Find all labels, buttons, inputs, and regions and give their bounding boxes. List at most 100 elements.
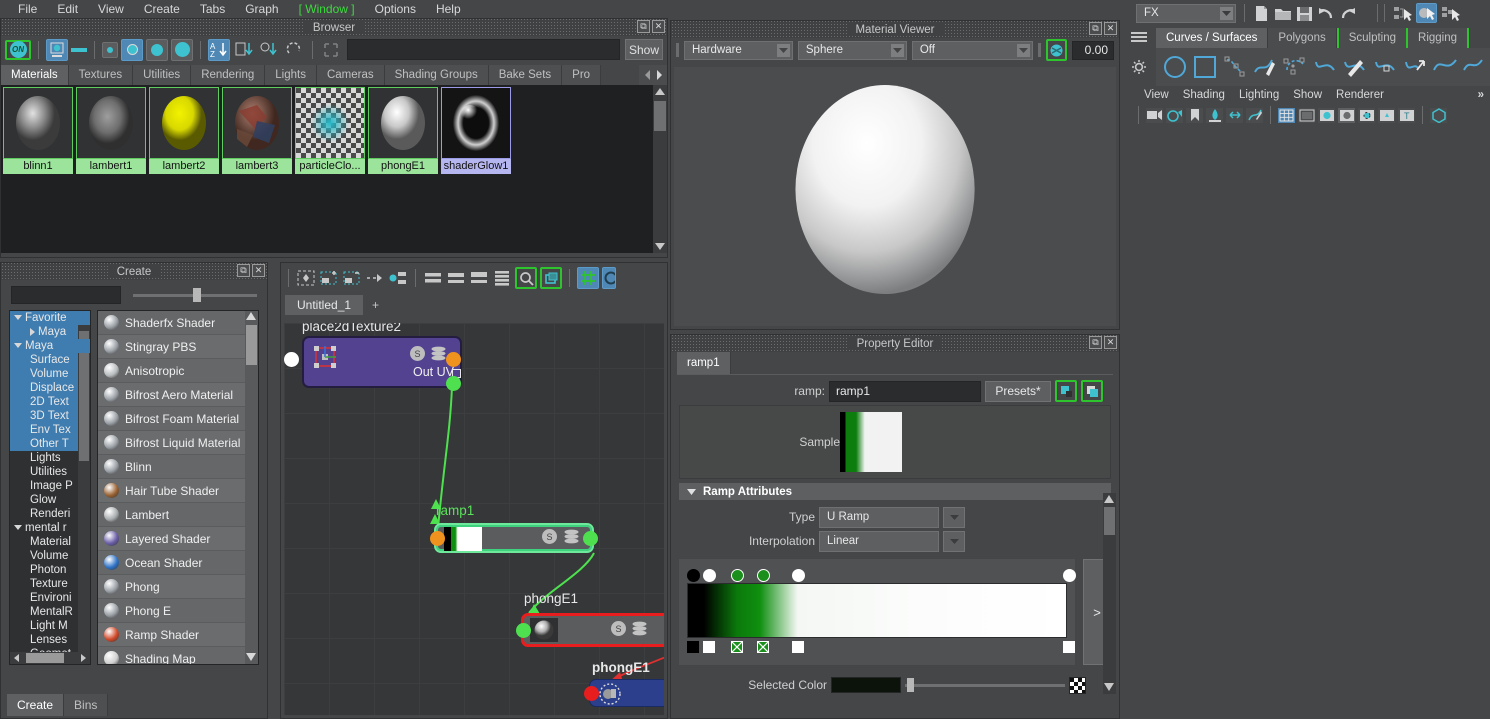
curve-more-icon[interactable] xyxy=(1462,54,1484,80)
color-value-slider[interactable] xyxy=(905,677,1065,693)
chevron-right-icon[interactable] xyxy=(30,328,35,336)
size-medium-icon[interactable] xyxy=(121,39,143,61)
arc-tool-icon[interactable] xyxy=(1282,54,1308,80)
matview-float-icon[interactable]: ⧉ xyxy=(1089,22,1102,35)
browser-scrollbar[interactable] xyxy=(653,85,667,253)
menu-options[interactable]: Options xyxy=(365,0,426,18)
menu-help[interactable]: Help xyxy=(426,0,471,18)
image-plane-icon[interactable] xyxy=(1206,108,1223,123)
create-node-item[interactable]: Bifrost Aero Material xyxy=(98,383,258,407)
menuset-dropdown[interactable]: FX xyxy=(1136,4,1236,23)
create-node-item[interactable]: Lambert xyxy=(98,503,258,527)
tab-cameras[interactable]: Cameras xyxy=(317,65,385,85)
type-dropdown[interactable]: U Ramp xyxy=(819,507,939,528)
open-folder-icon[interactable] xyxy=(1274,5,1292,22)
ramp-attributes-section[interactable]: Ramp Attributes xyxy=(679,483,1111,500)
bookmark-icon[interactable] xyxy=(1186,108,1203,123)
refresh-icon[interactable] xyxy=(283,39,305,61)
grid-snap-icon[interactable] xyxy=(577,267,599,289)
tab-textures[interactable]: Textures xyxy=(69,65,133,85)
browser-float-icon[interactable]: ⧉ xyxy=(637,20,650,33)
ramp-marker-delete[interactable] xyxy=(757,641,769,653)
curve-point-icon[interactable] xyxy=(1372,54,1398,80)
minus-icon[interactable] xyxy=(71,48,87,52)
create-filter-input[interactable] xyxy=(11,286,121,304)
chevron-down-icon[interactable] xyxy=(1017,44,1030,57)
create-size-slider[interactable] xyxy=(133,286,257,304)
menu-edit[interactable]: Edit xyxy=(47,0,88,18)
port-phonge1sg-input[interactable] xyxy=(584,686,599,701)
isolate-select-icon[interactable] xyxy=(1430,108,1447,123)
create-node-item[interactable]: Hair Tube Shader xyxy=(98,479,258,503)
sort-type-icon[interactable] xyxy=(233,39,255,61)
tab-bins[interactable]: Bins xyxy=(64,694,108,716)
ramp-marker[interactable] xyxy=(687,569,700,582)
cv-curve-icon[interactable] xyxy=(1222,54,1248,80)
save-icon[interactable] xyxy=(1296,5,1313,22)
size-xlarge-icon[interactable] xyxy=(171,39,193,61)
layout-connected-icon[interactable] xyxy=(446,268,466,288)
menu-view[interactable]: View xyxy=(88,0,134,18)
tab-ramp1[interactable]: ramp1 xyxy=(677,352,731,374)
menu-graph[interactable]: Graph xyxy=(235,0,288,18)
node-phonge1[interactable]: S xyxy=(521,613,664,647)
swatch-thumb-lambert1[interactable] xyxy=(76,87,146,159)
port-ramp1-output[interactable] xyxy=(583,531,598,546)
ramp-marker[interactable] xyxy=(731,569,744,582)
tabs-scroll-nav[interactable] xyxy=(639,65,667,85)
layout-simple-icon[interactable] xyxy=(423,268,443,288)
curve-offset-icon[interactable] xyxy=(1432,54,1458,80)
smooth-shade-icon[interactable] xyxy=(1298,108,1315,123)
tab-bake-sets[interactable]: Bake Sets xyxy=(489,65,562,85)
nurbs-square-icon[interactable] xyxy=(1192,54,1218,80)
ramp-name-input[interactable]: ramp1 xyxy=(829,381,981,402)
ramp-gradient-strip[interactable] xyxy=(687,583,1067,638)
ramp-editor[interactable] xyxy=(679,559,1075,665)
pencil-curve-icon[interactable] xyxy=(1252,54,1278,80)
show-button[interactable]: Show xyxy=(625,39,663,60)
viewport-menu-renderer[interactable]: Renderer xyxy=(1336,89,1384,101)
menu-window[interactable]: Window xyxy=(289,0,365,18)
material-swatch[interactable]: phongE1 xyxy=(366,85,439,174)
browser-close-icon[interactable]: ✕ xyxy=(652,20,665,33)
viewport-menu-view[interactable]: View xyxy=(1144,89,1169,101)
smooth-shade-all-icon[interactable] xyxy=(1318,108,1335,123)
viewer-value-field[interactable]: 0.00 xyxy=(1072,41,1114,60)
matview-close-icon[interactable]: ✕ xyxy=(1104,22,1117,35)
ramp-marker-delete[interactable] xyxy=(703,641,715,653)
swatch-thumb-shaderglow1[interactable] xyxy=(441,87,511,159)
port-place2d-input[interactable] xyxy=(284,352,299,367)
create-node-item[interactable]: Layered Shader xyxy=(98,527,258,551)
tree-scrollbar[interactable] xyxy=(78,311,90,652)
create-node-item[interactable]: Stingray PBS xyxy=(98,335,258,359)
proped-float-icon[interactable]: ⧉ xyxy=(1089,336,1102,349)
node-graph-canvas[interactable]: place2dTexture2 S Out UV xyxy=(284,323,664,715)
search-graph-icon[interactable] xyxy=(515,267,537,289)
menu-create[interactable]: Create xyxy=(134,0,190,18)
create-node-item[interactable]: Bifrost Liquid Material xyxy=(98,431,258,455)
menu-tabs[interactable]: Tabs xyxy=(190,0,235,18)
tab-projects[interactable]: Pro xyxy=(562,65,601,85)
material-swatch[interactable]: lambert1 xyxy=(74,85,147,174)
chevron-down-icon[interactable] xyxy=(14,315,22,320)
create-float-icon[interactable]: ⧉ xyxy=(237,264,250,277)
shelf-menu-icon[interactable] xyxy=(1122,26,1156,48)
textured-icon[interactable] xyxy=(1358,108,1375,123)
chevron-down-icon[interactable] xyxy=(14,525,22,530)
shade-selected-icon[interactable] xyxy=(1338,108,1355,123)
port-place2d-outuv[interactable] xyxy=(446,376,461,391)
property-editor-scrollbar[interactable] xyxy=(1103,493,1116,694)
presets-button[interactable]: Presets* xyxy=(985,381,1051,402)
select-by-hierarchy-icon[interactable] xyxy=(1393,5,1412,22)
selected-color-swatch[interactable] xyxy=(831,677,901,693)
shelf-tab-polygons[interactable]: Polygons xyxy=(1268,28,1336,48)
tab-utilities[interactable]: Utilities xyxy=(133,65,191,85)
redo-icon[interactable] xyxy=(1339,5,1357,22)
sort-alpha-icon[interactable]: AZ xyxy=(208,39,230,61)
two-sided-lighting-icon[interactable] xyxy=(1226,108,1243,123)
color-picker-icon[interactable] xyxy=(1069,677,1086,694)
swatch-display-icon[interactable] xyxy=(46,39,68,61)
material-preview-canvas[interactable] xyxy=(674,67,1116,326)
search-input[interactable] xyxy=(347,39,620,60)
create-node-item[interactable]: Phong xyxy=(98,575,258,599)
